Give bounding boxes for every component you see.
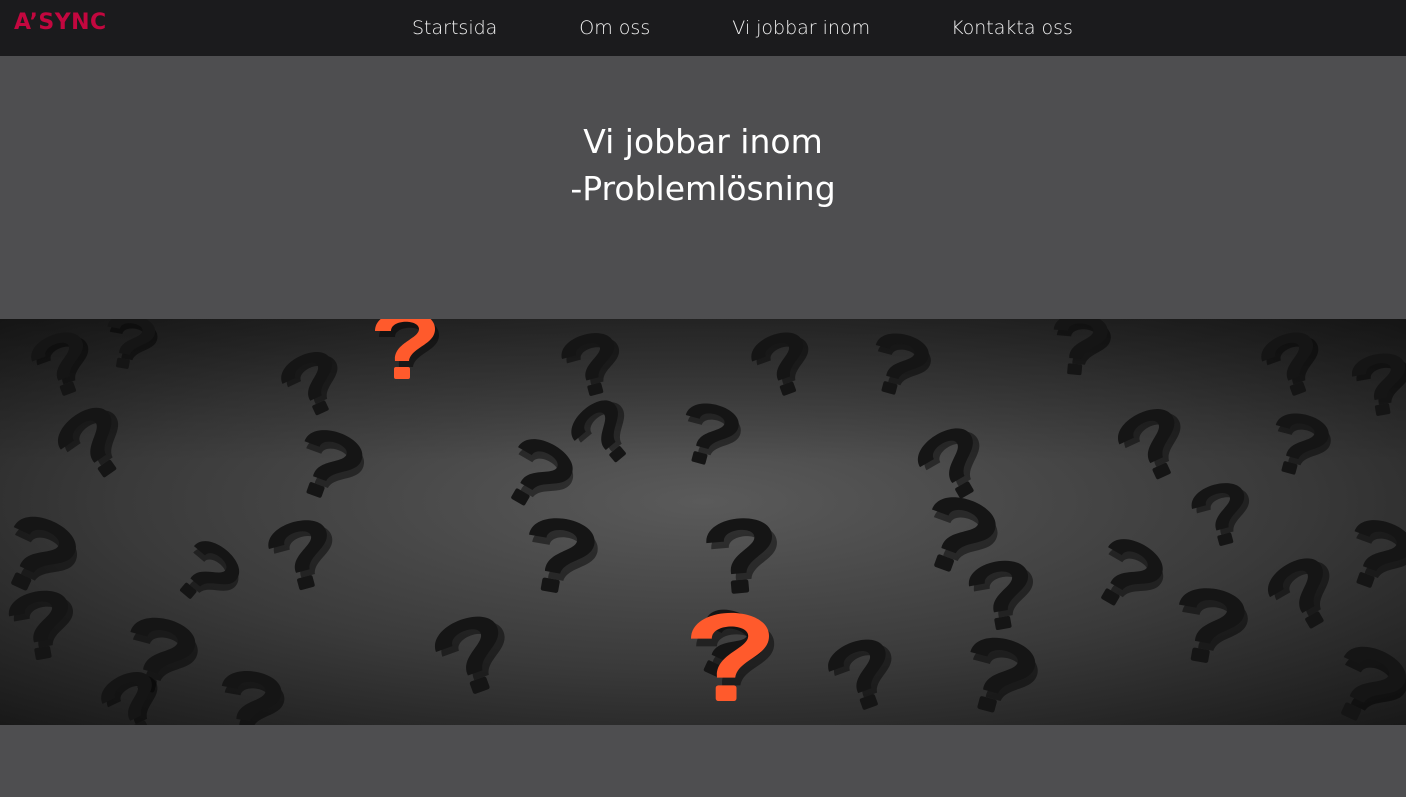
main-nav: Startsida Om oss Vi jobbar inom Kontakta… — [412, 0, 1073, 56]
page-title: Vi jobbar inom -Problemlösning — [0, 118, 1406, 212]
page-title-line-2: -Problemlösning — [570, 169, 836, 208]
question-marks-banner-image — [0, 319, 1406, 725]
nav-link-startsida[interactable]: Startsida — [412, 17, 497, 39]
page-title-line-1: Vi jobbar inom — [583, 122, 823, 161]
banner-vignette — [0, 319, 1406, 725]
nav-link-vi-jobbar-inom[interactable]: Vi jobbar inom — [732, 17, 870, 39]
top-navbar: A’SYNC Startsida Om oss Vi jobbar inom K… — [0, 0, 1406, 56]
brand-logo[interactable]: A’SYNC — [14, 10, 107, 35]
nav-link-om-oss[interactable]: Om oss — [579, 17, 650, 39]
banner-illustration — [0, 319, 1406, 725]
nav-link-kontakta-oss[interactable]: Kontakta oss — [951, 17, 1073, 39]
